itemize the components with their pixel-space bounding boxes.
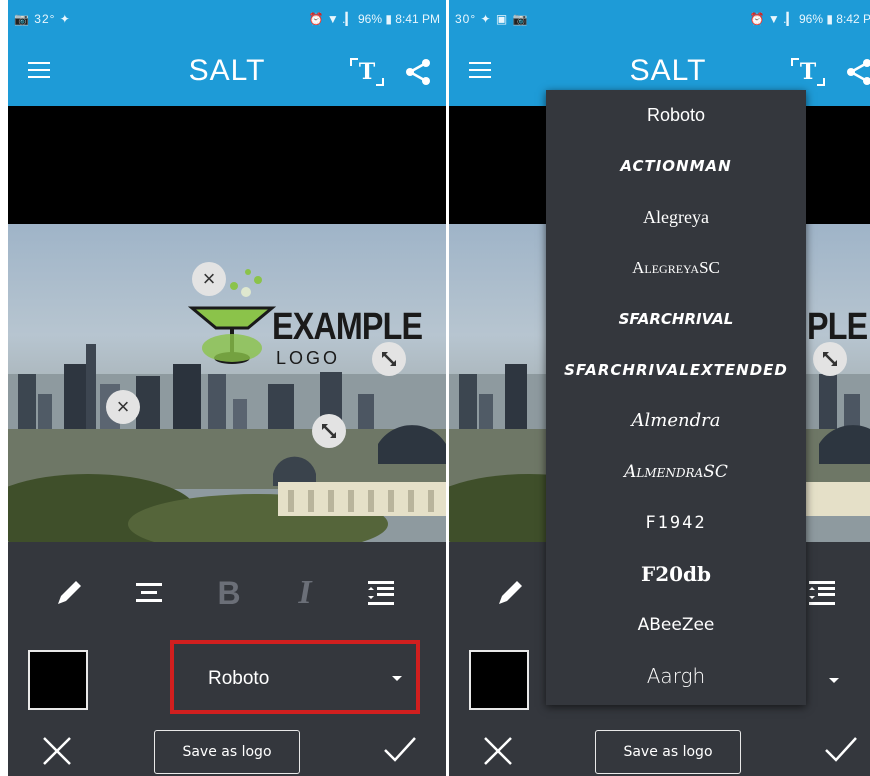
bold-icon[interactable]: B bbox=[212, 576, 246, 610]
font-dropdown[interactable]: Roboto bbox=[170, 640, 420, 714]
status-left: 30° ✦ ▣ 📷 bbox=[455, 12, 529, 26]
font-option-f20db[interactable]: F20db bbox=[546, 549, 806, 599]
font-option-almendrasc[interactable]: AlmendraSC bbox=[546, 447, 806, 497]
logo-subtitle: LOGO bbox=[276, 348, 341, 368]
dropdown-caret-icon bbox=[392, 676, 402, 681]
close-icon[interactable] bbox=[40, 734, 74, 768]
status-left: 📷 32° ✦ bbox=[14, 12, 71, 26]
font-option-roboto[interactable]: Roboto bbox=[546, 90, 806, 140]
font-option-sfarchrival[interactable]: SFArchRival bbox=[546, 294, 806, 344]
screenshot-composite: 📷 32° ✦ ⏰ ▼ .▎ 96% ▮ 8:41 PM SALT T EXAM… bbox=[0, 0, 870, 776]
delete-logo-handle[interactable]: × bbox=[192, 262, 226, 296]
line-spacing-icon[interactable] bbox=[364, 576, 398, 610]
resize-logo-handle[interactable] bbox=[813, 342, 847, 376]
font-option-sfarchrivalextended[interactable]: SFArchRivalExtended bbox=[546, 345, 806, 395]
share-icon[interactable] bbox=[845, 58, 870, 86]
left-screen: 📷 32° ✦ ⏰ ▼ .▎ 96% ▮ 8:41 PM SALT T EXAM… bbox=[8, 0, 446, 776]
font-option-actionman[interactable]: ACTIONMAN bbox=[546, 141, 806, 191]
close-icon[interactable] bbox=[481, 734, 515, 768]
resize-logo-handle[interactable] bbox=[372, 342, 406, 376]
check-icon[interactable] bbox=[382, 732, 418, 768]
align-center-icon[interactable] bbox=[132, 576, 166, 610]
editor-canvas[interactable]: EXAMPLE LOGO × × bbox=[8, 106, 446, 542]
resize-icon bbox=[322, 424, 336, 438]
check-icon[interactable] bbox=[823, 732, 859, 768]
italic-icon[interactable]: I bbox=[288, 576, 322, 610]
pencil-icon[interactable] bbox=[52, 576, 86, 610]
status-right: ⏰ ▼ .▎ 96% ▮ 8:42 PM bbox=[749, 12, 870, 26]
text-toolbar: B I Roboto Save as logo bbox=[8, 542, 446, 776]
background-photo: EXAMPLE LOGO × × bbox=[8, 224, 446, 542]
resize-text-handle[interactable] bbox=[312, 414, 346, 448]
line-spacing-icon[interactable] bbox=[805, 576, 839, 610]
font-option-almendra[interactable]: Almendra bbox=[546, 396, 806, 446]
font-option-aargh[interactable]: Aargh bbox=[546, 651, 806, 701]
text-color-swatch[interactable] bbox=[28, 650, 88, 710]
status-bar: 📷 32° ✦ ⏰ ▼ .▎ 96% ▮ 8:41 PM bbox=[8, 0, 446, 38]
status-bar: 30° ✦ ▣ 📷 ⏰ ▼ .▎ 96% ▮ 8:42 PM bbox=[449, 0, 870, 38]
font-option-f1942[interactable]: F1942 bbox=[546, 498, 806, 548]
resize-icon bbox=[382, 352, 396, 366]
font-dropdown-menu: Roboto ACTIONMAN Alegreya AlegreyaSC SFA… bbox=[546, 90, 806, 705]
delete-text-handle[interactable]: × bbox=[106, 390, 140, 424]
font-option-alegreya[interactable]: Alegreya bbox=[546, 192, 806, 242]
font-option-abeezee[interactable]: ABeeZee bbox=[546, 600, 806, 650]
resize-icon bbox=[823, 352, 837, 366]
font-option-alegreyasc[interactable]: AlegreyaSC bbox=[546, 243, 806, 293]
status-right: ⏰ ▼ .▎ 96% ▮ 8:41 PM bbox=[308, 12, 440, 26]
dropdown-caret-icon[interactable] bbox=[829, 678, 839, 683]
pencil-icon[interactable] bbox=[493, 576, 527, 610]
right-screen: 30° ✦ ▣ 📷 ⏰ ▼ .▎ 96% ▮ 8:42 PM SALT T PL… bbox=[449, 0, 870, 776]
text-color-swatch[interactable] bbox=[469, 650, 529, 710]
save-as-logo-button[interactable]: Save as logo bbox=[595, 730, 741, 774]
save-as-logo-button[interactable]: Save as logo bbox=[154, 730, 300, 774]
share-icon[interactable] bbox=[404, 58, 432, 86]
font-dropdown-value: Roboto bbox=[208, 668, 270, 689]
app-bar: SALT T bbox=[8, 38, 446, 106]
font-icon[interactable]: T bbox=[791, 58, 825, 86]
font-icon[interactable]: T bbox=[350, 58, 384, 86]
